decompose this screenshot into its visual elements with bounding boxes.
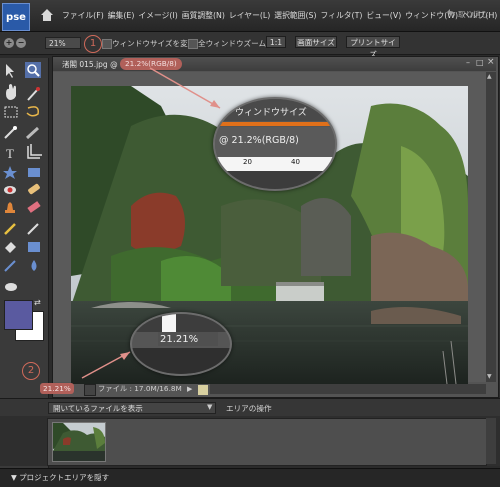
area-operation-menu[interactable]: エリアの操作 <box>226 403 272 414</box>
horizontal-scrollbar[interactable] <box>210 384 486 394</box>
bin-thumbnail[interactable] <box>52 422 106 462</box>
scroll-up-icon[interactable]: ▲ <box>487 73 492 80</box>
scroll-down-icon[interactable]: ▼ <box>487 373 492 380</box>
magnifier-zoom-text: 21.21% <box>160 334 199 345</box>
hide-project-bin-button[interactable]: ▼ プロジェクトエリアを隠す <box>11 472 109 483</box>
magnifier-status-zoom: 21.21% <box>130 312 232 376</box>
status-info-icon[interactable] <box>197 384 209 396</box>
status-zoom-field[interactable] <box>84 384 96 396</box>
ruler-label-20: 20 <box>243 158 252 166</box>
chevron-down-icon[interactable]: ▼ <box>207 403 212 411</box>
magnifier-mode-text: @ 21.2%(RGB/8) <box>219 135 299 146</box>
ruler-label-40: 40 <box>291 158 300 166</box>
status-file-size: ファイル : 17.0M/16.8M <box>98 384 182 393</box>
status-menu-arrow-icon[interactable]: ▶ <box>187 385 192 393</box>
hide-project-bin-label: プロジェクトエリアを隠す <box>19 473 110 482</box>
bin-scrollbar[interactable] <box>486 418 496 464</box>
bin-file-select[interactable]: 開いているファイルを表示 <box>48 402 216 414</box>
project-bin-panel <box>47 418 487 466</box>
magnifier-title-bar: ウィンドウサイズ @ 21.2%(RGB/8) 20 40 <box>213 97 337 191</box>
vertical-scrollbar[interactable] <box>486 72 496 382</box>
magnifier-window-size-text: ウィンドウサイズ <box>235 108 307 118</box>
status-zoom-badge[interactable]: 21.21% <box>40 383 74 394</box>
